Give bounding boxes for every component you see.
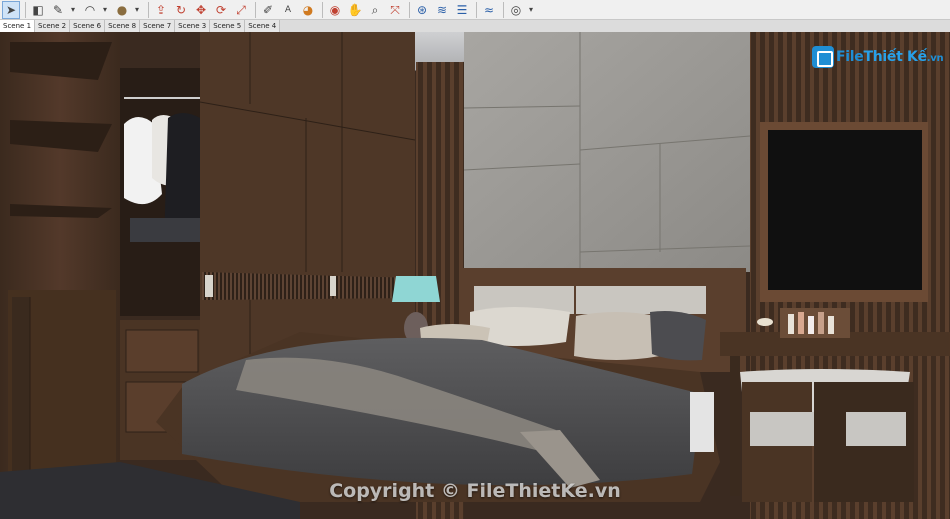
scale-icon[interactable]: ⤢ [232,1,250,19]
chevron-down-icon[interactable]: ▾ [101,1,109,19]
arc-icon[interactable]: ◠ [81,1,99,19]
zoom-extents-icon[interactable]: ⤧ [386,1,404,19]
rotate-icon[interactable]: ⟳ [212,1,230,19]
toolbar-separator [476,1,477,18]
extension-icon[interactable]: ≈ [480,1,498,19]
zoom-icon[interactable]: ⌕ [366,1,384,19]
account-icon[interactable]: ◎ [507,1,525,19]
site-logo: FileThiết Kế.vn [812,46,944,68]
eraser-icon[interactable]: ◧ [29,1,47,19]
toolbar-separator [255,1,256,18]
copyright-watermark: Copyright © FileThietKe.vn [329,480,621,502]
toolbar-separator [148,1,149,18]
follow-me-icon[interactable]: ↻ [172,1,190,19]
tab-scene-5[interactable]: Scene 5 [210,20,246,32]
toolbar: ➤ ◧ ✎ ▾ ◠ ▾ ● ▾ ⇪ ↻ ✥ ⟳ ⤢ ✐ A ◕ ◉ ✋ ⌕ ⤧ … [0,0,950,20]
logo-text: FileThiết Kế.vn [836,49,944,65]
paint-bucket-icon[interactable]: ◕ [299,1,317,19]
orbit-icon[interactable]: ◉ [326,1,344,19]
warehouse-icon[interactable]: ⊛ [413,1,431,19]
components-icon[interactable]: ☰ [453,1,471,19]
bedroom-render [0,32,950,519]
pan-hand-icon[interactable]: ✋ [346,1,364,19]
tab-scene-2[interactable]: Scene 2 [35,20,71,32]
tape-measure-icon[interactable]: ✐ [259,1,277,19]
push-pull-icon[interactable]: ⇪ [152,1,170,19]
logo-icon [812,46,834,68]
3d-viewport[interactable]: FileThiết Kế.vn Copyright © FileThietKe.… [0,32,950,519]
move-icon[interactable]: ✥ [192,1,210,19]
text-icon[interactable]: A [279,1,297,19]
chevron-down-icon[interactable]: ▾ [133,1,141,19]
wall-tv [768,130,922,290]
chevron-down-icon[interactable]: ▾ [527,1,535,19]
toolbar-separator [503,1,504,18]
share-model-icon[interactable]: ≋ [433,1,451,19]
pillow [650,311,706,361]
toolbar-separator [409,1,410,18]
tab-scene-7[interactable]: Scene 7 [140,20,176,32]
tab-scene-3[interactable]: Scene 3 [175,20,211,32]
shape-circle-icon[interactable]: ● [113,1,131,19]
scene-tabs: Scene 1 Scene 2 Scene 6 Scene 8 Scene 7 … [0,20,950,32]
toolbar-separator [25,1,26,18]
tab-scene-1[interactable]: Scene 1 [0,20,36,32]
chevron-down-icon[interactable]: ▾ [69,1,77,19]
fabric-headboard-wall [464,32,750,272]
table-lamp-shade [392,276,440,302]
tab-scene-6[interactable]: Scene 6 [70,20,106,32]
toolbar-separator [322,1,323,18]
tab-scene-8[interactable]: Scene 8 [105,20,141,32]
sketchup-window: ➤ ◧ ✎ ▾ ◠ ▾ ● ▾ ⇪ ↻ ✥ ⟳ ⤢ ✐ A ◕ ◉ ✋ ⌕ ⤧ … [0,0,950,519]
pillow [574,312,660,360]
tab-scene-4[interactable]: Scene 4 [245,20,281,32]
pencil-line-icon[interactable]: ✎ [49,1,67,19]
select-arrow-icon[interactable]: ➤ [2,0,20,19]
